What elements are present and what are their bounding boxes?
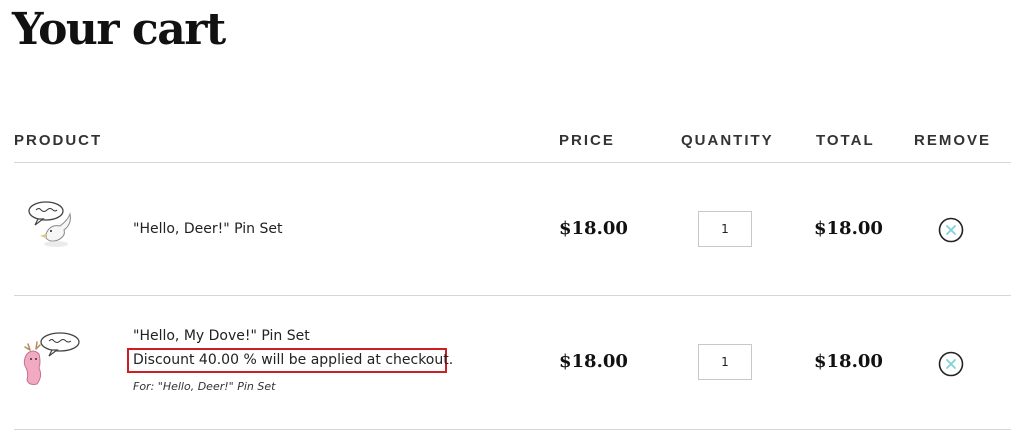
close-circle-icon [938,217,964,243]
quantity-input[interactable] [698,344,752,380]
column-header-total: TOTAL [816,132,875,149]
remove-item-button[interactable] [938,217,964,243]
page-title: Your cart [12,4,226,55]
row-divider [14,295,1011,296]
remove-item-button[interactable] [938,351,964,377]
line-total: $18.00 [814,218,883,239]
quantity-input[interactable] [698,211,752,247]
line-total: $18.00 [814,351,883,372]
row-divider [14,429,1011,430]
product-price: $18.00 [559,351,628,372]
column-header-product: PRODUCT [14,132,103,149]
close-circle-icon [938,351,964,377]
dove-pin-icon[interactable] [24,198,76,254]
product-price: $18.00 [559,218,628,239]
product-name[interactable]: "Hello, My Dove!" Pin Set [133,328,310,344]
header-divider [14,162,1011,163]
for-note: For: "Hello, Deer!" Pin Set [133,380,276,393]
column-header-price: PRICE [559,132,615,149]
product-name[interactable]: "Hello, Deer!" Pin Set [133,221,282,237]
discount-note: Discount 40.00 % will be applied at chec… [127,348,453,373]
column-header-remove: REMOVE [914,132,992,149]
deer-pin-icon[interactable] [20,330,82,392]
column-header-quantity: QUANTITY [681,132,774,149]
